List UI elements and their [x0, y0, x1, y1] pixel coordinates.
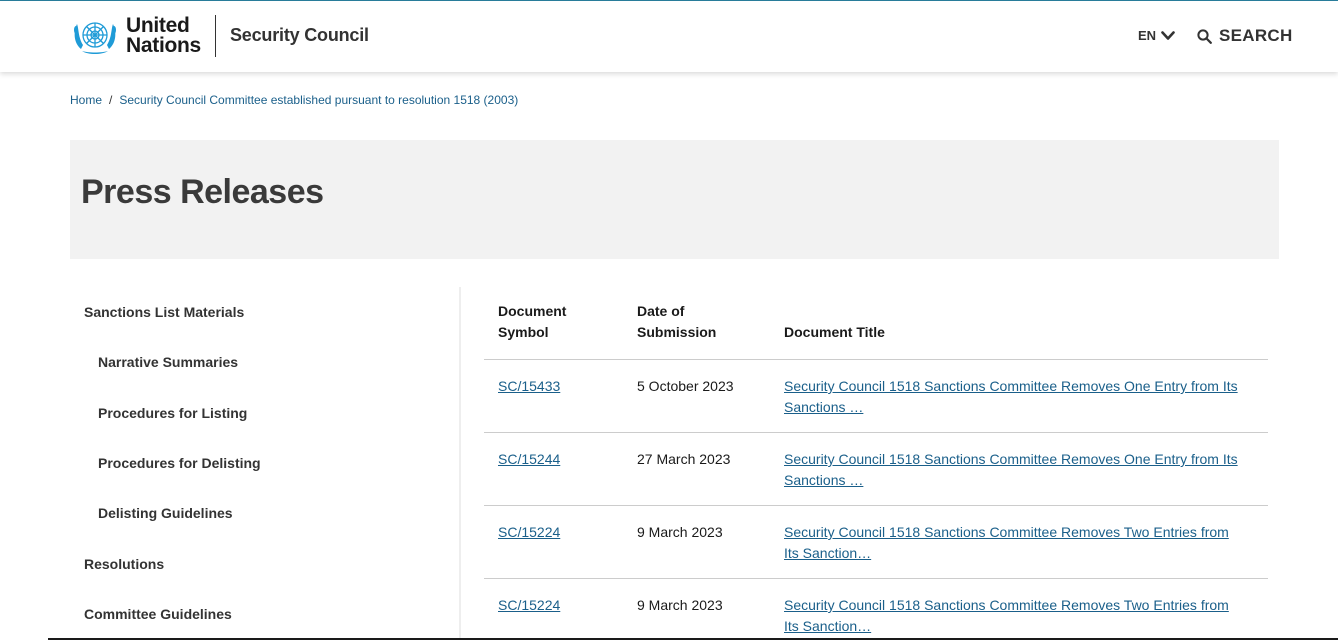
column-header-document-title[interactable]: Document Title: [784, 322, 885, 343]
submission-date: 9 March 2023: [637, 524, 723, 540]
document-symbol-link[interactable]: SC/15224: [498, 522, 560, 543]
document-title-link[interactable]: Security Council 1518 Sanctions Committe…: [784, 595, 1254, 637]
header-symbol-line-2: Symbol: [498, 324, 549, 340]
header-date-line-2: Submission: [637, 324, 717, 340]
submission-date: 5 October 2023: [637, 378, 734, 394]
table-row: SC/15224 9 March 2023 Security Council 1…: [484, 578, 1268, 640]
header-date-line-1: Date of: [637, 303, 685, 319]
column-header-document-symbol[interactable]: Document Symbol: [498, 301, 566, 343]
language-selector[interactable]: EN: [1138, 28, 1175, 43]
title-line-1: Security Council 1518 Sanctions Committe…: [784, 597, 1229, 613]
un-emblem-icon: [74, 22, 116, 54]
title-line-1: Security Council 1518 Sanctions Committe…: [784, 378, 1238, 394]
breadcrumb-separator: /: [109, 93, 113, 107]
page-title-band: Press Releases: [70, 140, 1279, 259]
search-icon: [1197, 28, 1212, 44]
search-label: SEARCH: [1219, 26, 1293, 45]
page-title: Press Releases: [81, 173, 324, 211]
logo-line-2: Nations: [126, 34, 201, 57]
un-logo[interactable]: United Nations Security Council: [70, 14, 369, 57]
search-button[interactable]: SEARCH: [1197, 26, 1293, 46]
logo-divider: [215, 15, 216, 57]
title-line-2: Its Sanction…: [784, 545, 872, 561]
logo-wordmark: United Nations: [126, 14, 201, 57]
sidebar-item-narrative-summaries[interactable]: Narrative Summaries: [98, 354, 238, 370]
table-row: SC/15224 9 March 2023 Security Council 1…: [484, 505, 1268, 578]
title-line-1: Security Council 1518 Sanctions Committe…: [784, 451, 1238, 467]
document-symbol-link[interactable]: SC/15244: [498, 449, 560, 470]
chevron-down-icon: [1161, 30, 1175, 40]
header-symbol-line-1: Document: [498, 303, 567, 319]
sidebar-item-committee-guidelines[interactable]: Committee Guidelines: [84, 606, 232, 622]
language-label: EN: [1138, 28, 1157, 43]
table-row: SC/15433 5 October 2023 Security Council…: [484, 359, 1268, 432]
document-symbol-link[interactable]: SC/15224: [498, 595, 560, 616]
sidebar-item-procedures-for-listing[interactable]: Procedures for Listing: [98, 405, 247, 421]
breadcrumb: Home / Security Council Committee establis…: [70, 93, 518, 107]
submission-date: 9 March 2023: [637, 597, 723, 613]
breadcrumb-home-link[interactable]: Home: [70, 93, 102, 107]
document-title-link[interactable]: Security Council 1518 Sanctions Committe…: [784, 449, 1254, 491]
title-line-2: Its Sanction…: [784, 618, 872, 634]
sidebar-nav: Sanctions List Materials Narrative Summa…: [70, 287, 461, 640]
document-symbol-link[interactable]: SC/15433: [498, 376, 560, 397]
submission-date: 27 March 2023: [637, 451, 731, 467]
title-line-1: Security Council 1518 Sanctions Committe…: [784, 524, 1229, 540]
breadcrumb-current-link[interactable]: Security Council Committee established p…: [119, 93, 518, 107]
title-line-2: Sanctions …: [784, 472, 864, 488]
title-line-2: Sanctions …: [784, 399, 864, 415]
document-title-link[interactable]: Security Council 1518 Sanctions Committe…: [784, 522, 1254, 564]
logo-line-1: United: [126, 14, 190, 37]
site-name[interactable]: Security Council: [230, 25, 369, 46]
sidebar-item-delisting-guidelines[interactable]: Delisting Guidelines: [98, 505, 233, 521]
table-row: SC/15244 27 March 2023 Security Council …: [484, 432, 1268, 505]
sidebar-item-procedures-for-delisting[interactable]: Procedures for Delisting: [98, 455, 261, 471]
sidebar-item-resolutions[interactable]: Resolutions: [84, 556, 164, 572]
column-header-date-of-submission[interactable]: Date of Submission: [637, 301, 716, 343]
document-title-link[interactable]: Security Council 1518 Sanctions Committe…: [784, 376, 1254, 418]
sidebar-item-sanctions-list-materials[interactable]: Sanctions List Materials: [84, 304, 244, 320]
site-header: United Nations Security Council EN SEARC…: [0, 1, 1338, 72]
